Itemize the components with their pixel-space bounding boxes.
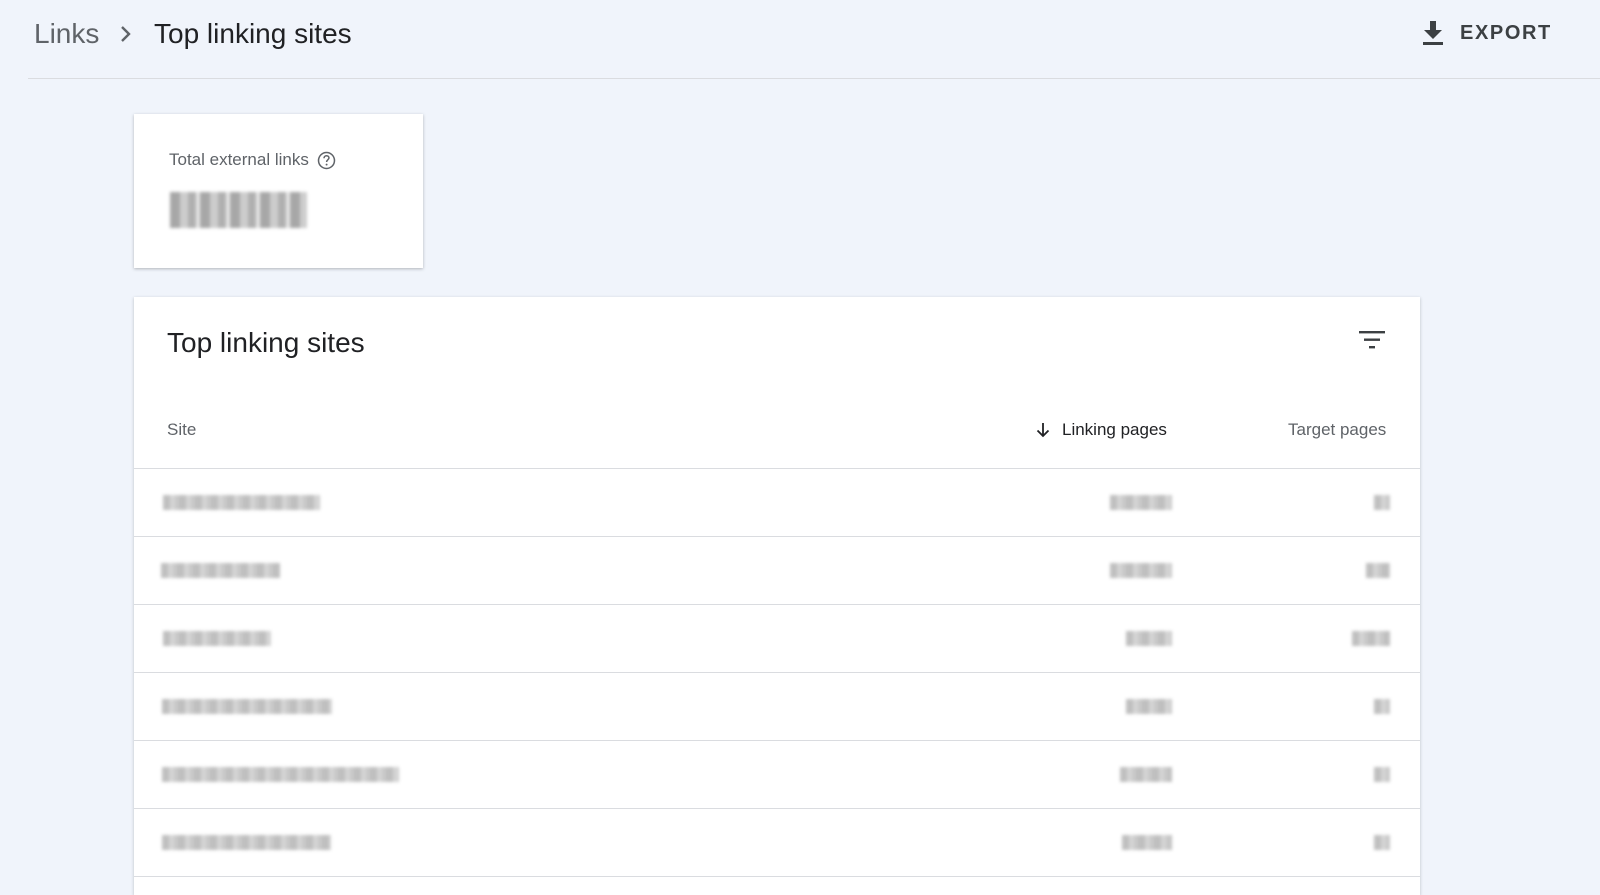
arrow-down-icon	[1036, 423, 1050, 438]
table-row[interactable]	[134, 673, 1420, 741]
table-row[interactable]	[134, 605, 1420, 673]
column-header-linking-pages[interactable]: Linking pages	[1034, 420, 1167, 440]
target-pages-cell	[1374, 767, 1390, 782]
target-pages-cell	[1352, 631, 1390, 646]
target-pages-cell	[1366, 563, 1390, 578]
target-pages-cell	[1374, 835, 1390, 850]
linking-pages-cell	[1120, 767, 1172, 782]
total-external-links-card: Total external links	[134, 114, 423, 268]
top-linking-sites-table: Top linking sites Site Linking pages Tar…	[134, 297, 1420, 895]
linking-pages-cell	[1126, 699, 1172, 714]
page-header: Links Top linking sites EXPORT	[28, 0, 1600, 79]
table-row[interactable]	[134, 469, 1420, 537]
table-row[interactable]	[134, 809, 1420, 877]
linking-pages-cell	[1110, 495, 1172, 510]
page-title: Top linking sites	[154, 18, 352, 49]
total-external-links-label: Total external links	[169, 150, 309, 169]
linking-pages-label: Linking pages	[1062, 420, 1167, 439]
total-external-links-label-row: Total external links	[169, 150, 336, 170]
table-row[interactable]	[134, 537, 1420, 605]
column-header-site[interactable]: Site	[167, 420, 196, 440]
column-header-target-pages[interactable]: Target pages	[1288, 420, 1386, 440]
table-title: Top linking sites	[167, 327, 365, 358]
site-cell[interactable]	[163, 631, 271, 646]
help-circle-icon[interactable]	[317, 151, 336, 170]
filter-list-icon[interactable]	[1357, 328, 1387, 352]
target-pages-cell	[1374, 495, 1390, 510]
linking-pages-cell	[1110, 563, 1172, 578]
site-cell[interactable]	[162, 835, 331, 850]
linking-pages-cell	[1126, 631, 1172, 646]
linking-pages-cell	[1122, 835, 1172, 850]
target-pages-cell	[1374, 699, 1390, 714]
total-external-links-value	[170, 192, 307, 228]
export-label: EXPORT	[1460, 21, 1552, 44]
export-button[interactable]: EXPORT	[1414, 16, 1558, 50]
site-cell[interactable]	[162, 699, 332, 714]
table-row[interactable]	[134, 741, 1420, 809]
chevron-right-icon	[121, 26, 131, 42]
download-icon	[1423, 21, 1443, 45]
site-cell[interactable]	[161, 563, 280, 578]
breadcrumb-links[interactable]: Links	[34, 18, 99, 50]
site-cell[interactable]	[163, 495, 320, 510]
site-cell[interactable]	[162, 767, 399, 782]
